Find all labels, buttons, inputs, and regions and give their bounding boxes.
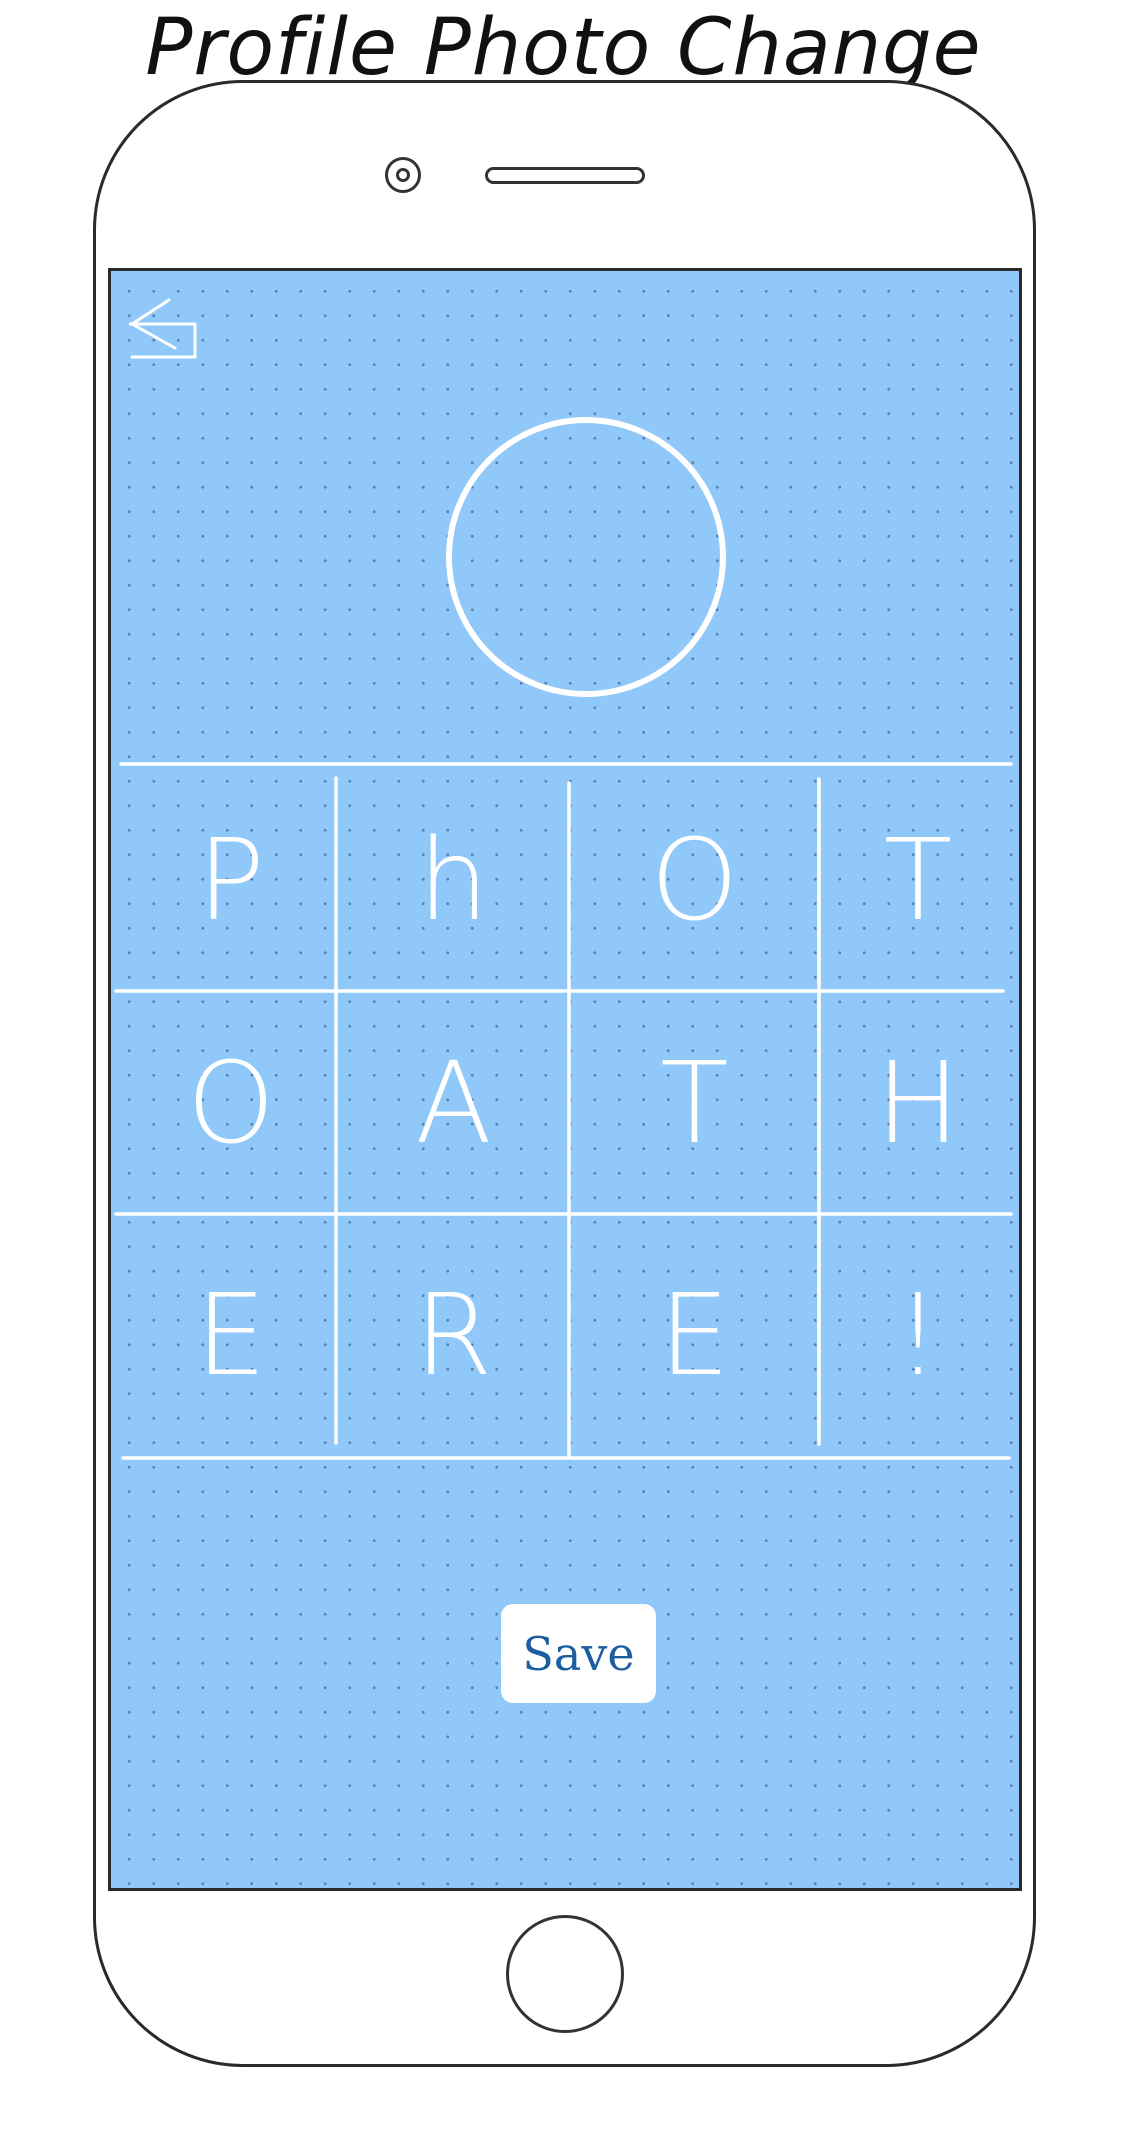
save-button[interactable]: Save xyxy=(501,1604,656,1703)
home-button[interactable] xyxy=(506,1915,624,2033)
grid-cell[interactable]: A xyxy=(341,999,566,1209)
profile-photo-circle[interactable] xyxy=(446,417,726,697)
grid-cell[interactable]: ! xyxy=(823,1223,1013,1448)
grid-cell[interactable]: T xyxy=(573,999,816,1209)
grid-cell[interactable]: H xyxy=(823,999,1013,1209)
grid-cell[interactable]: h xyxy=(341,781,566,981)
front-camera xyxy=(385,157,421,193)
back-arrow-icon xyxy=(127,298,197,359)
grid-cell[interactable]: O xyxy=(573,781,816,981)
grid-cell[interactable]: E xyxy=(573,1223,816,1448)
back-button[interactable] xyxy=(127,296,209,376)
phone-screen: P h O T O A T H E R E ! Save xyxy=(108,268,1022,1891)
grid-cell[interactable]: O xyxy=(131,999,331,1209)
grid-cell[interactable]: R xyxy=(341,1223,566,1448)
grid-cell[interactable]: T xyxy=(823,781,1013,981)
grid-cell[interactable]: P xyxy=(131,781,331,981)
grid-cell[interactable]: E xyxy=(131,1223,331,1448)
speaker-slot xyxy=(485,167,645,184)
